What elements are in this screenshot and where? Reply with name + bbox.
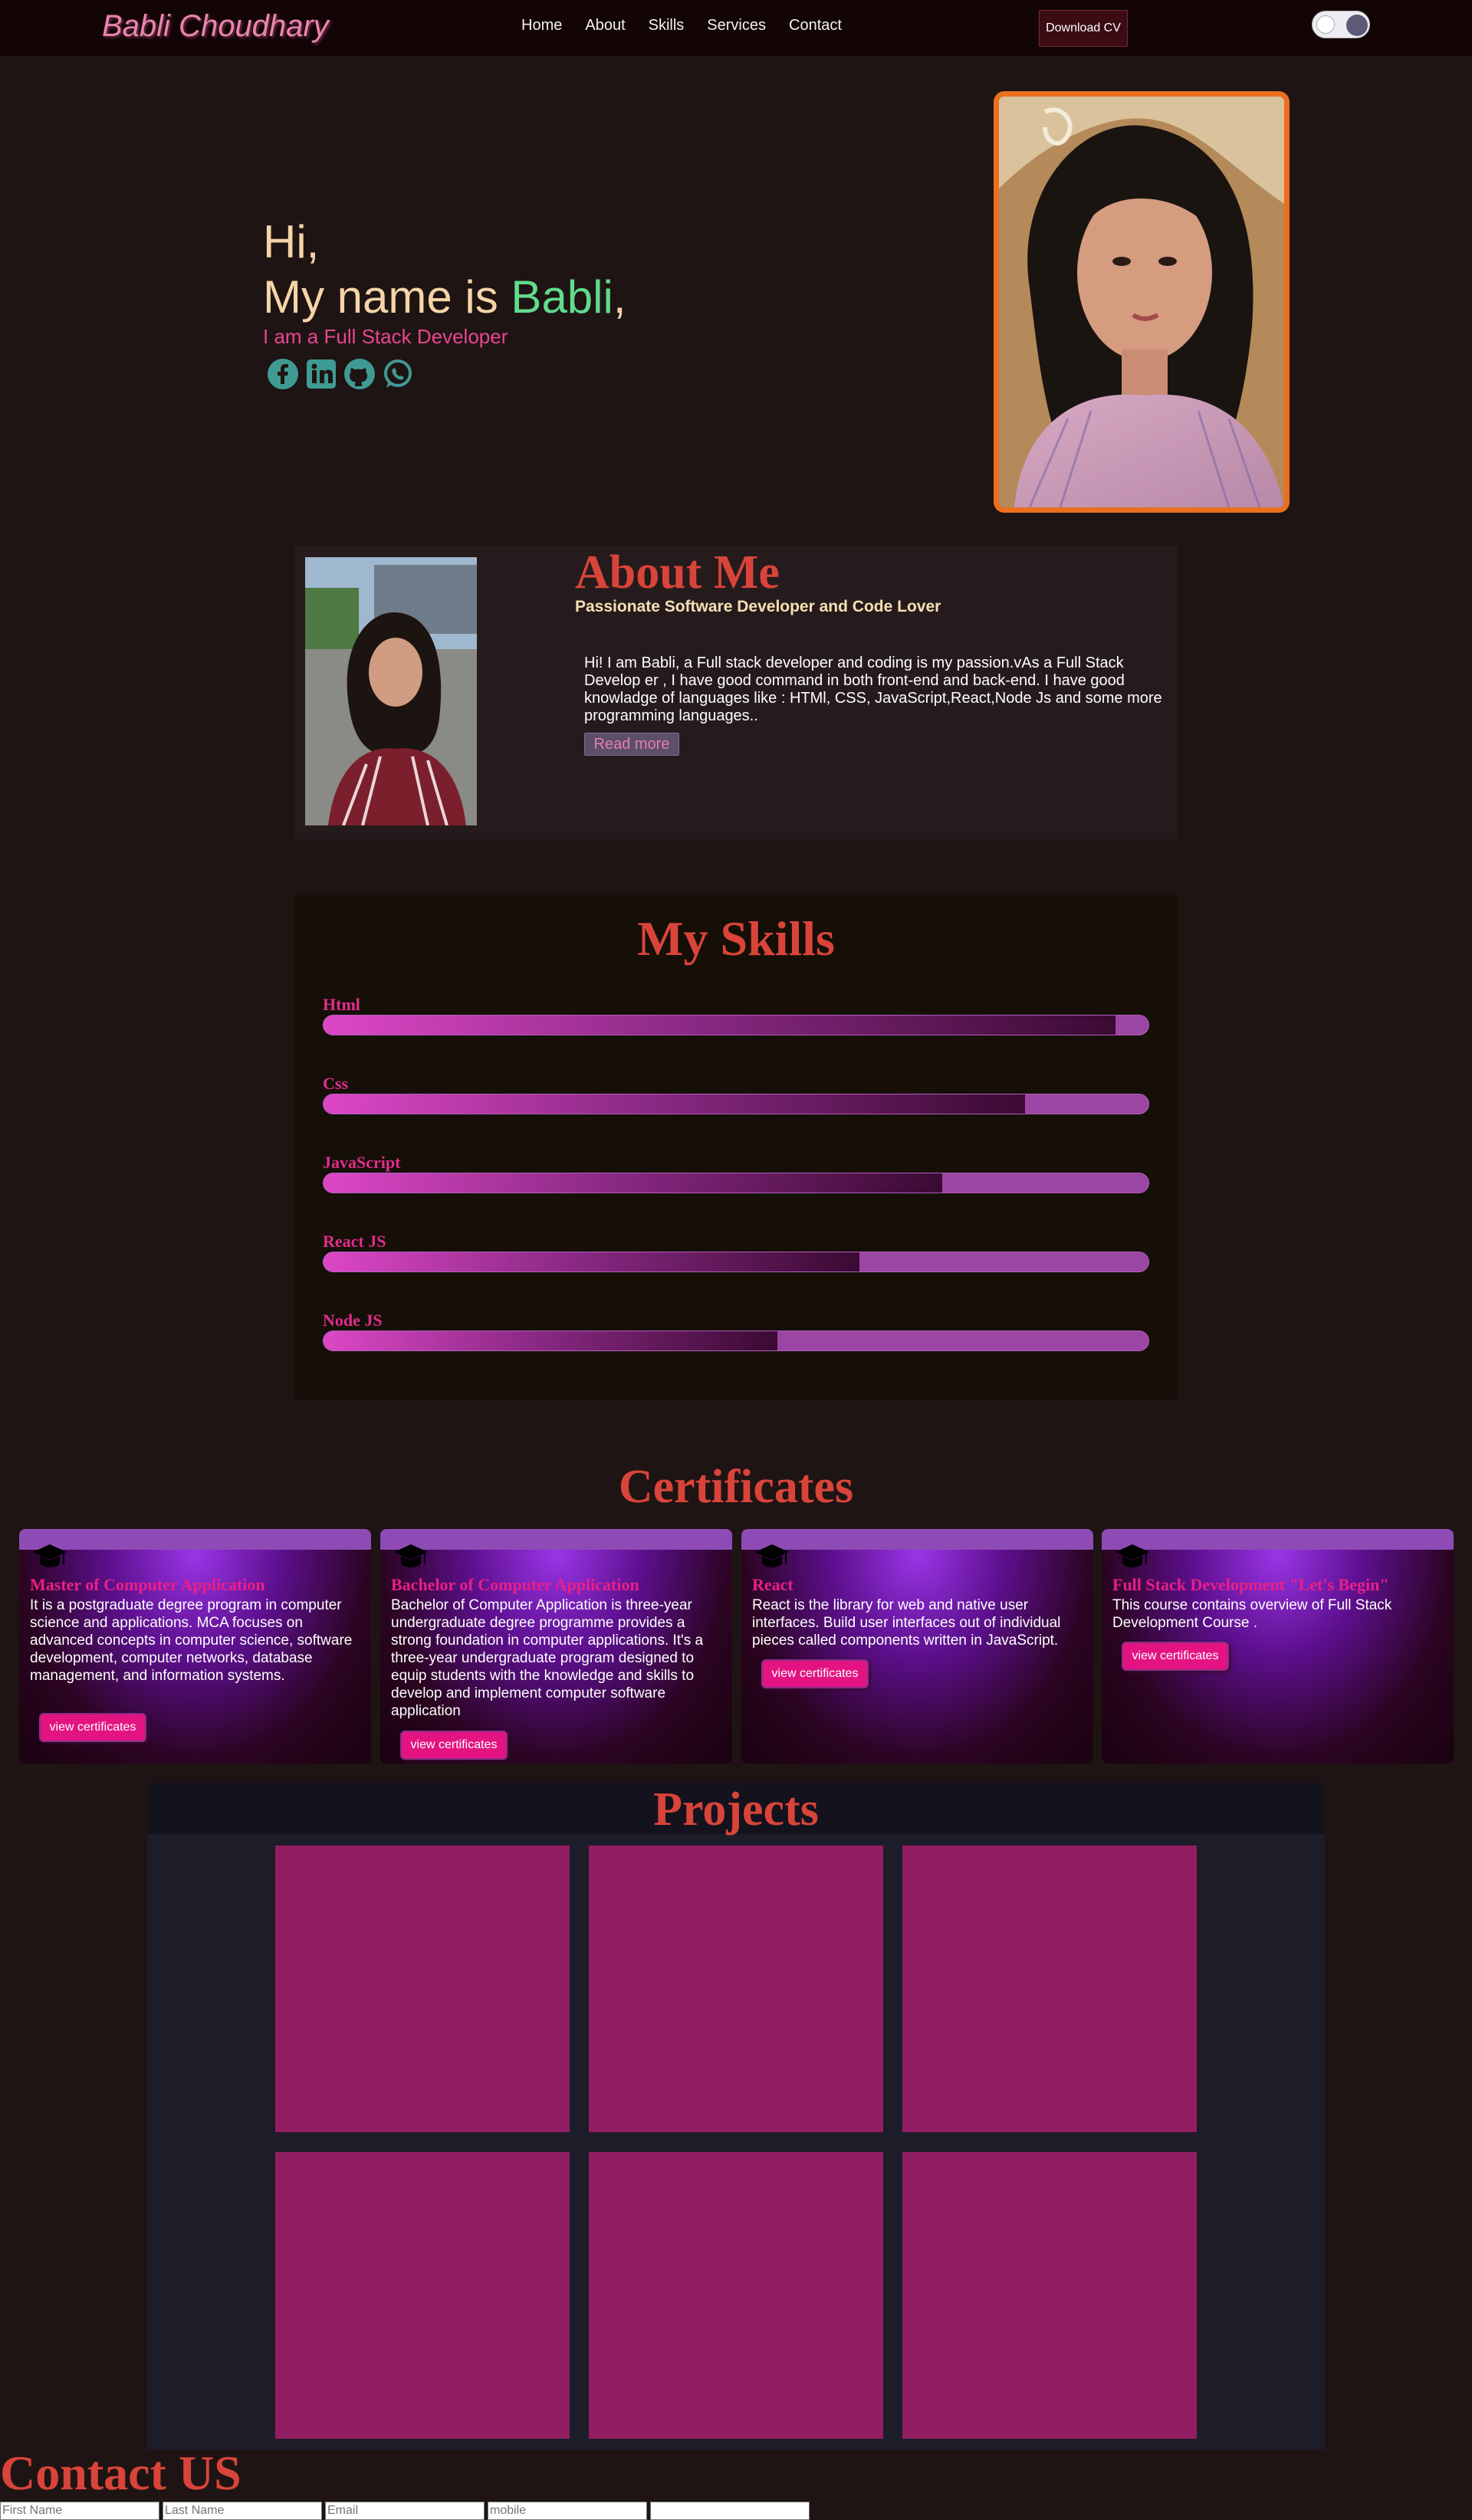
project-card[interactable] [275, 2152, 570, 2439]
hero-name-prefix: My name is [263, 271, 511, 323]
certificate-title: Master of Computer Application [30, 1575, 265, 1594]
email-input[interactable] [325, 2502, 485, 2520]
contact-title: Contact US [0, 2446, 242, 2500]
skill-name: JavaScript [323, 1153, 401, 1172]
nav-links: Home About Skills Services Contact [521, 17, 865, 34]
project-card[interactable] [902, 1846, 1197, 2132]
about-title: About Me [575, 546, 780, 599]
skill-bar-fill [324, 1331, 777, 1350]
card-topbar [19, 1529, 371, 1550]
hero-greeting: Hi, [263, 216, 320, 267]
skill-html: Html [323, 995, 1149, 1035]
card-topbar [380, 1529, 732, 1550]
skill-bar [323, 1094, 1149, 1114]
hero-profile-photo [994, 91, 1290, 513]
github-icon[interactable] [343, 358, 376, 390]
certificate-description: This course contains overview of Full St… [1112, 1597, 1392, 1631]
graduation-cap-icon [394, 1544, 428, 1567]
social-links [267, 358, 626, 390]
contact-form [0, 2502, 810, 2520]
hero-section: Hi, My name is Babli, I am a Full Stack … [263, 215, 626, 390]
projects-title: Projects [653, 1783, 819, 1836]
skill-bar-fill [324, 1252, 860, 1271]
theme-toggle[interactable] [1312, 11, 1370, 38]
nav-home[interactable]: Home [521, 17, 562, 34]
view-certificates-button[interactable]: view certificates [1122, 1642, 1229, 1671]
skill-node: Node JS [323, 1311, 1149, 1351]
about-description: Hi! I am Babli, a Full stack developer a… [584, 655, 1162, 724]
skills-section: My Skills Html Css JavaScript React JS N… [294, 895, 1178, 1399]
first-name-input[interactable] [0, 2502, 159, 2520]
about-section: About Me Passionate Software Developer a… [294, 546, 1178, 839]
project-card[interactable] [589, 2152, 883, 2439]
download-cv-button[interactable]: Download CV [1039, 10, 1128, 47]
nav-skills[interactable]: Skills [649, 17, 685, 34]
certificate-title: Full Stack Development "Let's Begin" [1112, 1575, 1389, 1594]
skill-bar-fill [324, 1094, 1025, 1114]
certificate-card: React React is the library for web and n… [741, 1529, 1093, 1764]
hero-name-suffix: , [613, 271, 626, 323]
skill-css: Css [323, 1074, 1149, 1114]
certificate-title: Bachelor of Computer Application [391, 1575, 639, 1594]
facebook-icon[interactable] [267, 358, 299, 390]
skill-name: Css [323, 1074, 349, 1093]
skill-bar [323, 1173, 1149, 1193]
toggle-knob-dark [1346, 15, 1368, 36]
projects-section: Projects [147, 1783, 1325, 2449]
nav-services[interactable]: Services [707, 17, 766, 34]
skill-react: React JS [323, 1232, 1149, 1272]
certificate-description: React is the library for web and native … [752, 1597, 1061, 1649]
view-certificates-button[interactable]: view certificates [39, 1713, 146, 1742]
nav-contact[interactable]: Contact [789, 17, 842, 34]
mobile-input[interactable] [488, 2502, 647, 2520]
about-tagline: Passionate Software Developer and Code L… [575, 598, 941, 615]
certificate-card: Bachelor of Computer Application Bachelo… [380, 1529, 732, 1764]
certificates-title: Certificates [618, 1461, 854, 1513]
skill-name: Node JS [323, 1311, 383, 1330]
hero-name: Babli [511, 271, 613, 323]
last-name-input[interactable] [163, 2502, 322, 2520]
message-input[interactable] [650, 2502, 810, 2520]
navbar: Babli Choudhary Home About Skills Servic… [0, 0, 1472, 57]
project-card[interactable] [902, 2152, 1197, 2439]
skill-name: Html [323, 995, 360, 1014]
card-topbar [1102, 1529, 1454, 1550]
linkedin-icon[interactable] [305, 358, 337, 390]
toggle-knob-light [1316, 15, 1335, 34]
certificate-description: It is a postgraduate degree program in c… [30, 1597, 353, 1684]
brand-logo[interactable]: Babli Choudhary [102, 9, 329, 44]
nav-about[interactable]: About [585, 17, 625, 34]
project-card[interactable] [275, 1846, 570, 2132]
view-certificates-button[interactable]: view certificates [761, 1659, 869, 1688]
view-certificates-button[interactable]: view certificates [400, 1731, 508, 1760]
graduation-cap-icon [33, 1544, 67, 1567]
skill-name: React JS [323, 1232, 386, 1251]
skill-bar [323, 1252, 1149, 1272]
certificate-title: React [752, 1575, 794, 1594]
hero-name-line: My name is Babli, [263, 270, 626, 325]
project-card[interactable] [589, 1846, 883, 2132]
certificate-description: Bachelor of Computer Application is thre… [391, 1597, 704, 1719]
graduation-cap-icon [755, 1544, 789, 1567]
whatsapp-icon[interactable] [382, 358, 414, 390]
hero-role: I am a Full Stack Developer [263, 325, 508, 348]
certificate-card: Master of Computer Application It is a p… [19, 1529, 371, 1764]
skill-bar [323, 1331, 1149, 1351]
skill-bar [323, 1015, 1149, 1035]
skill-javascript: JavaScript [323, 1153, 1149, 1193]
read-more-button[interactable]: Read more [584, 733, 679, 756]
card-topbar [741, 1529, 1093, 1550]
about-photo [305, 557, 477, 825]
graduation-cap-icon [1116, 1544, 1149, 1567]
certificate-card: Full Stack Development "Let's Begin" Thi… [1102, 1529, 1454, 1764]
skills-title: My Skills [637, 911, 835, 966]
skill-bar-fill [324, 1016, 1116, 1035]
skill-bar-fill [324, 1173, 942, 1193]
